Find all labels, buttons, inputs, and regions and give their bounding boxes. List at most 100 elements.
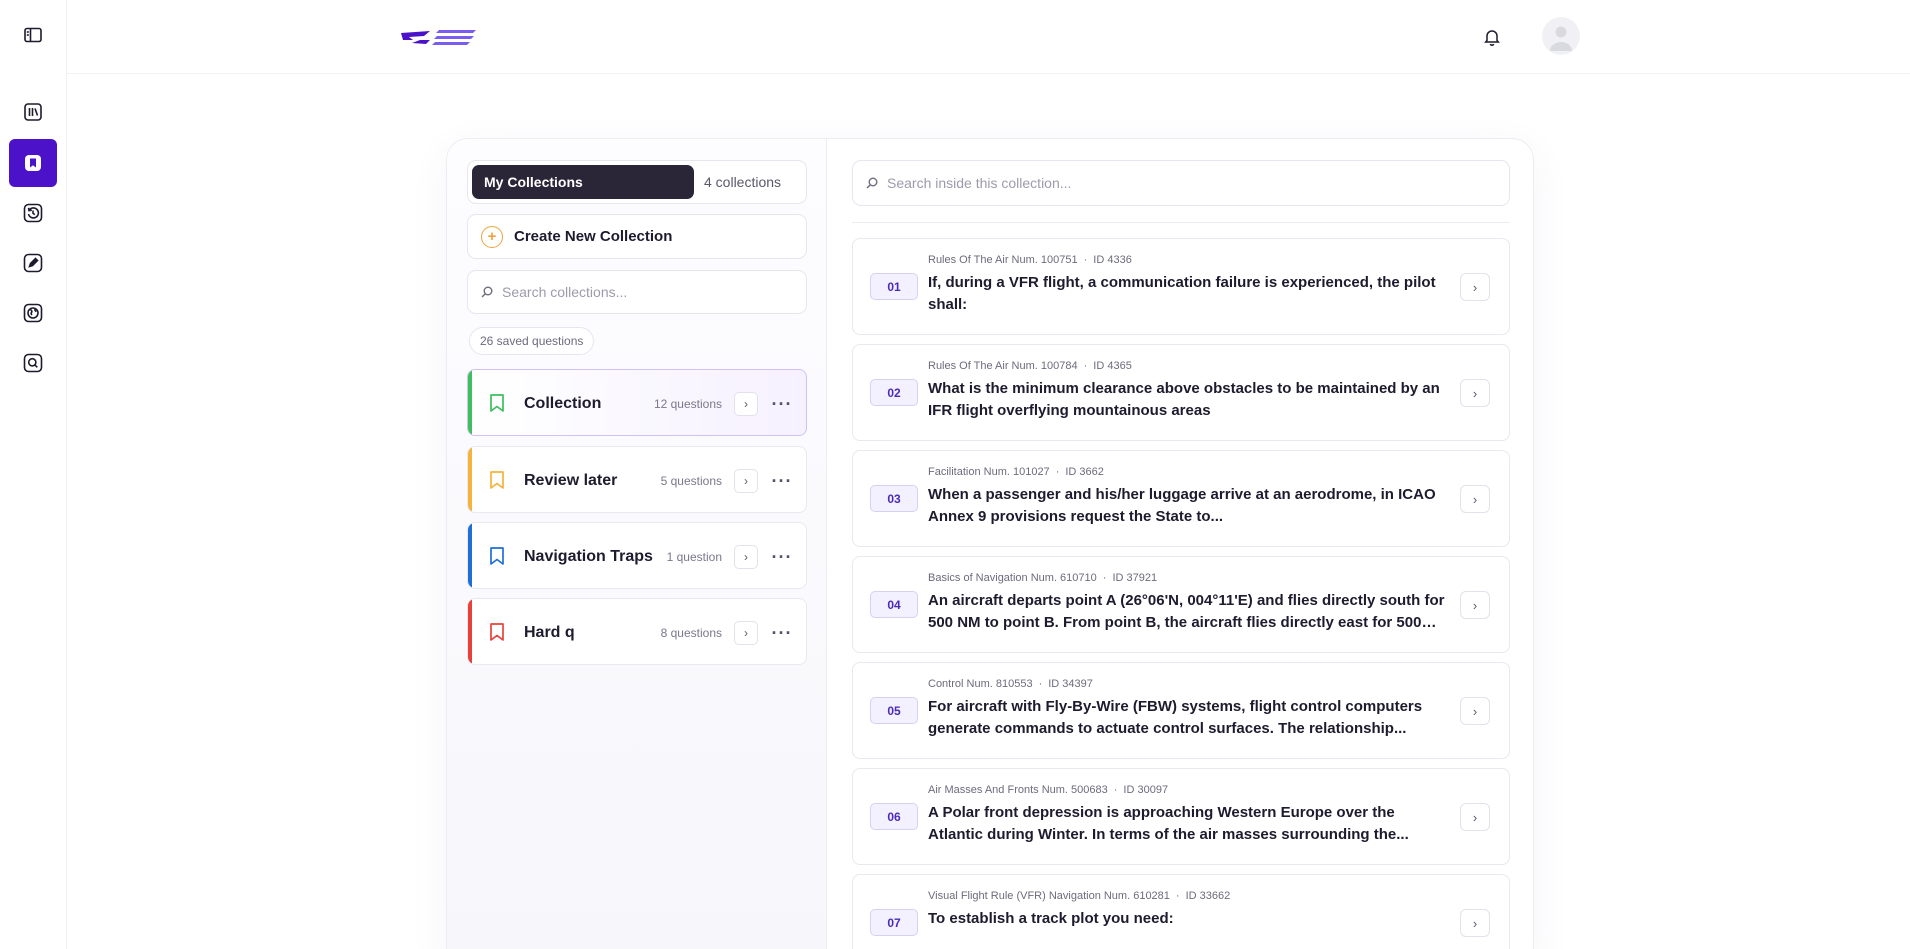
question-title: To establish a track plot you need: <box>928 910 1174 927</box>
rail-history-button[interactable] <box>9 189 57 237</box>
question-meta: Control Num. 810553 · ID 34397 <box>928 678 1093 690</box>
bookmark-icon <box>490 394 504 412</box>
library-icon <box>24 103 42 121</box>
collection-name: Review later <box>524 471 618 489</box>
collection-item-hard-q[interactable]: Hard q 8 questions › ··· <box>467 598 807 665</box>
open-question-button[interactable]: › <box>1460 379 1490 407</box>
question-number: 04 <box>870 591 918 618</box>
question-number: 01 <box>870 273 918 300</box>
collections-search-input[interactable] <box>502 284 782 300</box>
search-icon <box>23 353 43 373</box>
rail-library-button[interactable] <box>9 88 57 136</box>
open-question-button[interactable]: › <box>1460 485 1490 513</box>
question-number: 05 <box>870 697 918 724</box>
question-item[interactable]: 02 Rules Of The Air Num. 100784 · ID 4365 … <box>852 344 1510 441</box>
question-subject: Rules Of The Air Num. 100784 <box>928 360 1078 372</box>
rail-edit-button[interactable] <box>9 239 57 287</box>
question-title: If, during a VFR flight, a communication… <box>928 274 1436 313</box>
question-number: 03 <box>870 485 918 512</box>
collections-search <box>467 270 807 314</box>
divider <box>852 222 1510 223</box>
question-meta: Basics of Navigation Num. 610710 · ID 3792… <box>928 572 1158 584</box>
bookmark-icon <box>490 547 504 565</box>
collection-name: Collection <box>524 394 602 412</box>
question-id: ID 4365 <box>1093 360 1132 372</box>
history-icon <box>23 203 43 223</box>
bookmark-icon <box>490 623 504 641</box>
collection-name: Navigation Traps <box>524 547 653 565</box>
more-options-icon[interactable]: ··· <box>768 545 796 569</box>
open-question-button[interactable]: › <box>1460 697 1490 725</box>
question-search <box>852 160 1510 206</box>
question-id: ID 34397 <box>1048 678 1093 690</box>
question-item[interactable]: 04 Basics of Navigation Num. 610710 · ID 3… <box>852 556 1510 653</box>
bell-icon <box>1484 30 1500 46</box>
collections-tabs: My Collections 4 collections <box>467 160 807 204</box>
collection-count: 5 questions <box>660 473 722 488</box>
brand-logo[interactable] <box>400 27 476 47</box>
collection-count: 1 question <box>666 549 722 564</box>
question-subject: Visual Flight Rule (VFR) Navigation Num.… <box>928 890 1170 902</box>
question-item[interactable]: 05 Control Num. 810553 · ID 34397 For airc… <box>852 662 1510 759</box>
rail-search-button[interactable] <box>9 339 57 387</box>
collections-count: 4 collections <box>704 174 782 190</box>
collection-item-review-later[interactable]: Review later 5 questions › ··· <box>467 446 807 513</box>
open-collection-button[interactable]: › <box>734 392 758 416</box>
collections-card: My Collections 4 collections + Create Ne… <box>446 138 1534 949</box>
collection-item-collection[interactable]: Collection 12 questions › ··· <box>467 369 807 436</box>
question-id: ID 4336 <box>1093 254 1132 266</box>
open-collection-button[interactable]: › <box>734 545 758 569</box>
globe-icon <box>23 303 43 323</box>
question-item[interactable]: 07 Visual Flight Rule (VFR) Navigation N… <box>852 874 1510 949</box>
question-meta: Visual Flight Rule (VFR) Navigation Num.… <box>928 890 1231 902</box>
notifications-button[interactable] <box>1477 22 1507 52</box>
open-question-button[interactable]: › <box>1460 803 1490 831</box>
collection-count: 12 questions <box>653 396 722 411</box>
question-item[interactable]: 01 Rules Of The Air Num. 100751 · ID 4336 … <box>852 238 1510 335</box>
collection-color-bar <box>468 599 472 664</box>
create-collection-label: Create New Collection <box>514 228 673 245</box>
open-question-button[interactable]: › <box>1460 909 1490 937</box>
open-collection-button[interactable]: › <box>734 469 758 493</box>
tab-my-collections[interactable]: My Collections <box>472 165 694 199</box>
bookmark-icon <box>25 155 41 171</box>
rail-collections-button[interactable] <box>9 139 57 187</box>
question-item[interactable]: 03 Facilitation Num. 101027 · ID 3662 When… <box>852 450 1510 547</box>
question-number: 02 <box>870 379 918 406</box>
question-id: ID 33662 <box>1185 890 1231 902</box>
rail-explore-button[interactable] <box>9 289 57 337</box>
sidebar-toggle-button[interactable] <box>9 11 57 59</box>
question-meta: Rules Of The Air Num. 100751 · ID 4336 <box>928 254 1132 266</box>
bookmark-icon <box>490 471 504 489</box>
question-item[interactable]: 06 Air Masses And Fronts Num. 500683 · ID … <box>852 768 1510 865</box>
more-options-icon[interactable]: ··· <box>768 469 796 493</box>
collection-item-navigation-traps[interactable]: Navigation Traps 1 question › ··· <box>467 522 807 589</box>
search-icon <box>866 177 878 189</box>
open-question-button[interactable]: › <box>1460 273 1490 301</box>
collection-color-bar <box>468 523 472 588</box>
question-subject: Control Num. 810553 <box>928 678 1033 690</box>
open-collection-button[interactable]: › <box>734 621 758 645</box>
question-title: An aircraft departs point A (26°06'N, 00… <box>928 592 1445 631</box>
question-meta: Rules Of The Air Num. 100784 · ID 4365 <box>928 360 1132 372</box>
question-number: 06 <box>870 803 918 830</box>
question-title: A Polar front depression is approaching … <box>928 804 1409 843</box>
question-subject: Basics of Navigation Num. 610710 <box>928 572 1097 584</box>
question-title: What is the minimum clearance above obst… <box>928 380 1440 419</box>
more-options-icon[interactable]: ··· <box>768 392 796 416</box>
question-search-input[interactable] <box>887 175 1487 191</box>
question-subject: Facilitation Num. 101027 <box>928 466 1050 478</box>
pen-icon <box>23 253 43 273</box>
create-collection-button[interactable]: + Create New Collection <box>467 214 807 259</box>
collection-color-bar <box>468 447 472 512</box>
question-title: For aircraft with Fly-By-Wire (FBW) syst… <box>928 698 1423 737</box>
open-question-button[interactable]: › <box>1460 591 1490 619</box>
question-meta: Facilitation Num. 101027 · ID 3662 <box>928 466 1104 478</box>
more-options-icon[interactable]: ··· <box>768 621 796 645</box>
question-subject: Air Masses And Fronts Num. 500683 <box>928 784 1108 796</box>
plus-icon: + <box>481 225 503 248</box>
question-title: When a passenger and his/her luggage arr… <box>928 486 1436 525</box>
top-bar <box>67 0 1910 74</box>
question-meta: Air Masses And Fronts Num. 500683 · ID 300… <box>928 784 1169 796</box>
user-avatar[interactable] <box>1542 17 1580 55</box>
